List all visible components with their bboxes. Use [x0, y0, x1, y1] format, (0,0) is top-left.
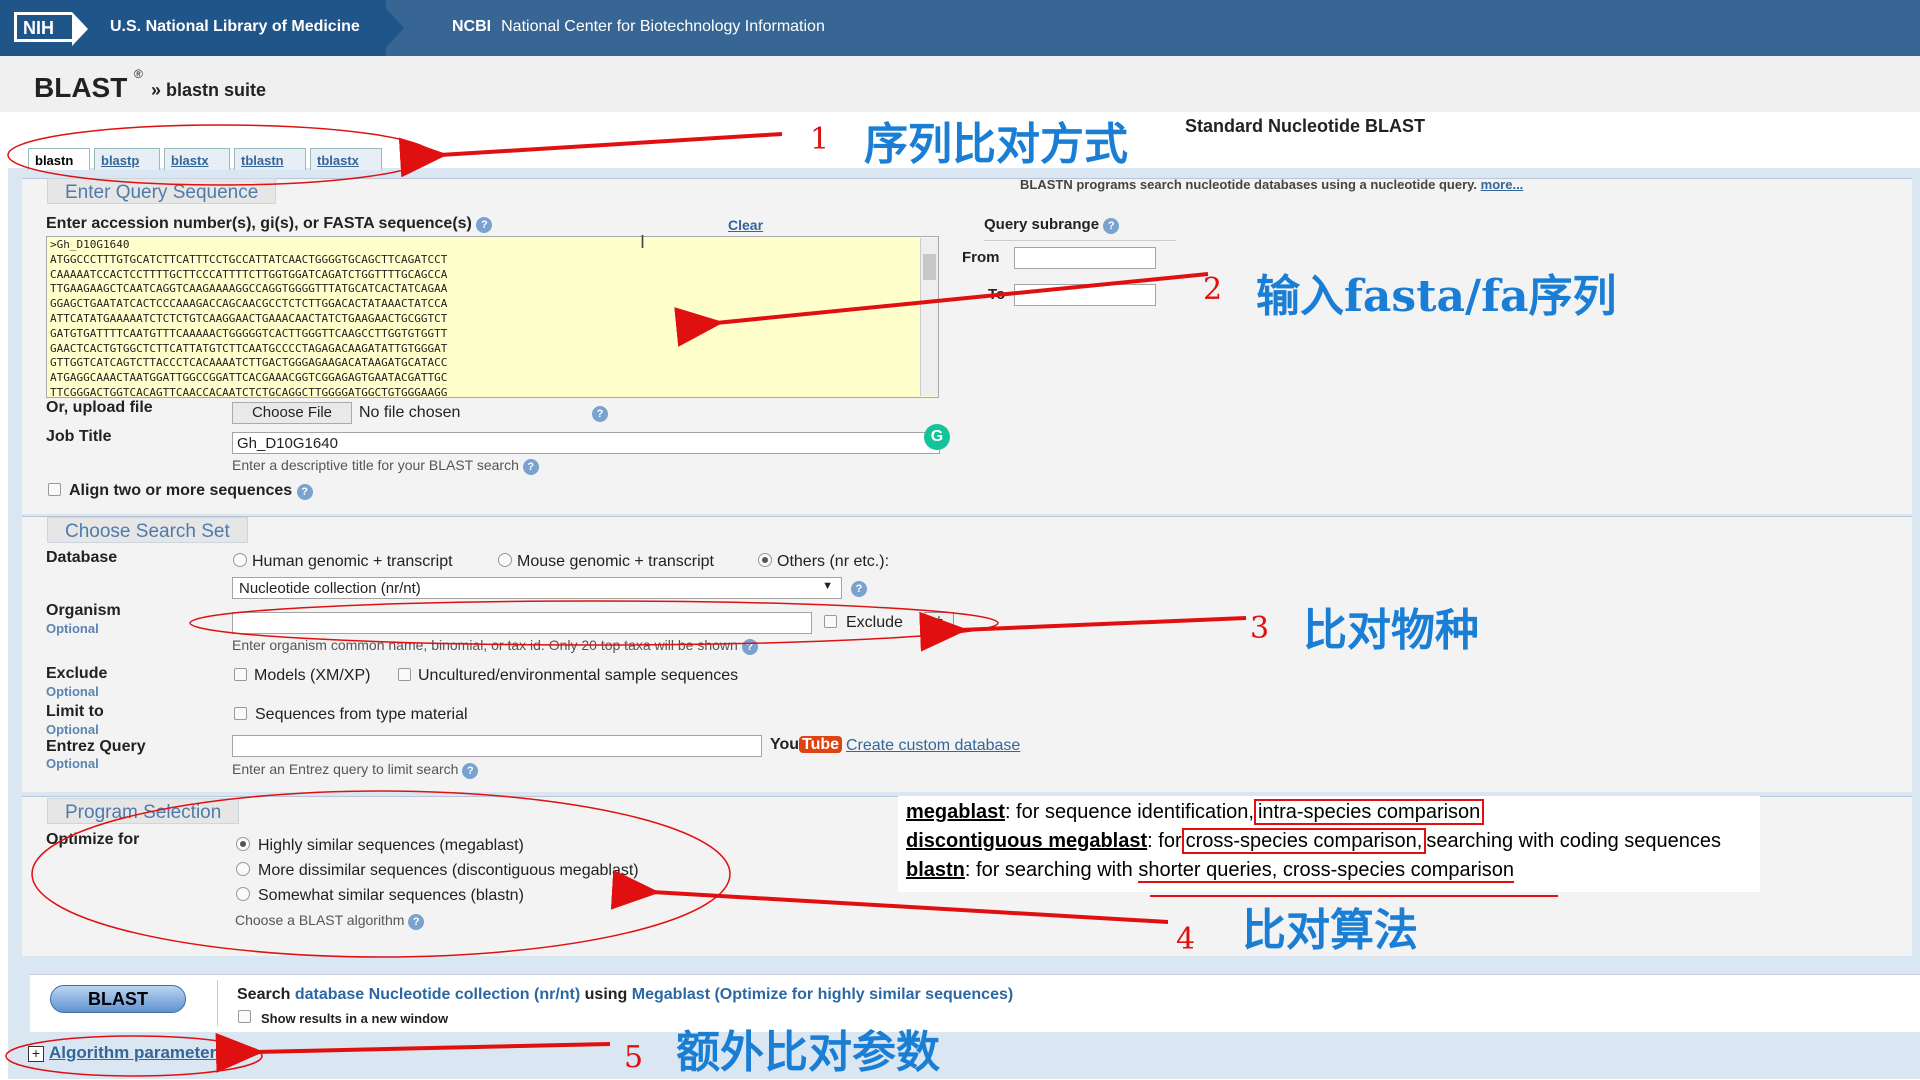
- annotation-label-4: 比对算法: [1242, 905, 1418, 956]
- annotation-arrow-4: [610, 869, 1169, 924]
- annotation-arrow-2: [674, 272, 1209, 347]
- annotation-ellipse-program: [31, 790, 731, 958]
- annotation-label-5: 额外比对参数: [676, 1027, 940, 1078]
- annotation-number-1: 1: [810, 122, 830, 157]
- annotation-label-1: 序列比对方式: [864, 119, 1128, 170]
- annotation-ellipse-tabs: [7, 124, 433, 186]
- annotation-number-5: 5: [624, 1040, 644, 1075]
- annotation-number-3: 3: [1250, 611, 1270, 646]
- annotation-number-4: 4: [1176, 922, 1196, 957]
- annotation-arrow-3: [919, 611, 1247, 652]
- annotation-ellipse-organism: [189, 600, 999, 646]
- annotation-arrow-5: [215, 1032, 611, 1073]
- annotation-label-2: 输入fasta/fa序列: [1256, 271, 1617, 322]
- annotation-arrow-1: [398, 132, 783, 178]
- annotation-number-2: 2: [1203, 272, 1223, 307]
- annotation-label-3: 比对物种: [1303, 605, 1479, 656]
- annotation-ellipse-params: [5, 1035, 263, 1077]
